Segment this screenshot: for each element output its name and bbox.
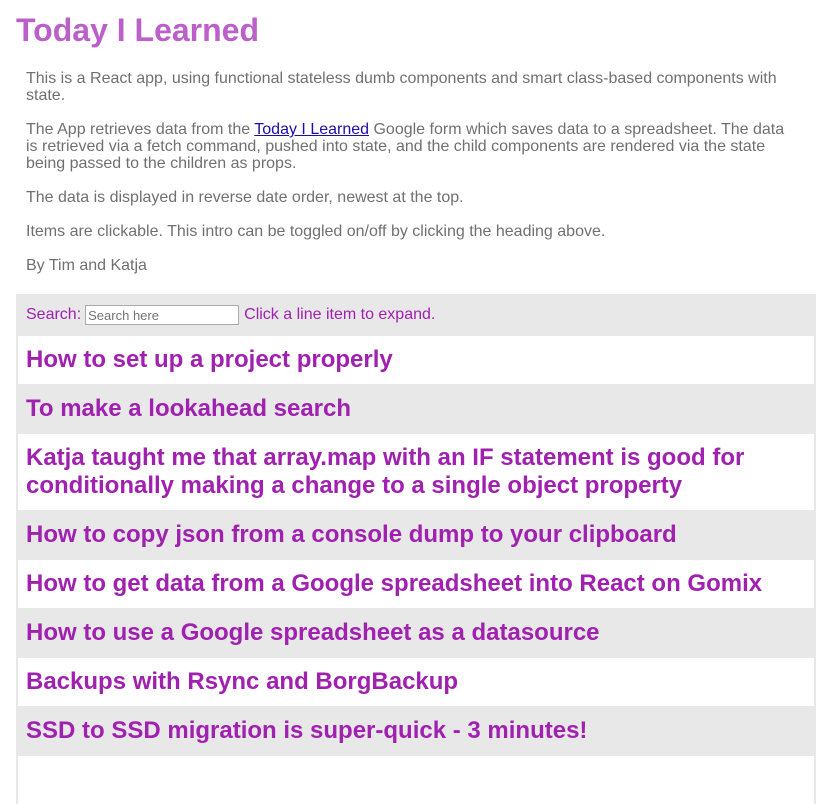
list-item[interactable]: How to set up a project properly	[18, 336, 814, 384]
search-label: Search:	[26, 306, 82, 323]
intro-p4: Items are clickable. This intro can be t…	[26, 223, 606, 240]
list-item[interactable]: SSD to SSD migration is super-quick - 3 …	[16, 706, 816, 756]
intro: This is a React app, using functional st…	[26, 70, 786, 291]
form-link[interactable]: Today I Learned	[254, 121, 369, 138]
item-list: Search: Click a line item to expand. How…	[16, 294, 816, 804]
list-item[interactable]: Katja taught me that array.map with an I…	[18, 434, 814, 510]
search-bar: Search: Click a line item to expand.	[16, 294, 816, 336]
list-item[interactable]: How to copy json from a console dump to …	[16, 510, 816, 560]
intro-p1: This is a React app, using functional st…	[26, 70, 777, 104]
page-title[interactable]: Today I Learned	[16, 12, 259, 49]
list-item[interactable]: How to use a Google spreadsheet as a dat…	[16, 608, 816, 658]
list-item[interactable]	[18, 756, 814, 804]
list-item[interactable]: How to get data from a Google spreadshee…	[18, 560, 814, 608]
intro-credits: By Tim and Katja	[26, 257, 147, 274]
list-item[interactable]: Backups with Rsync and BorgBackup	[18, 658, 814, 706]
intro-p3: The data is displayed in reverse date or…	[26, 189, 464, 206]
intro-p2: The App retrieves data from the Today I …	[26, 121, 786, 172]
intro-text: The App retrieves data from the	[26, 121, 255, 138]
search-hint: Click a line item to expand.	[244, 306, 436, 323]
search-input[interactable]	[85, 305, 240, 325]
list-item[interactable]: To make a lookahead search	[16, 384, 816, 434]
